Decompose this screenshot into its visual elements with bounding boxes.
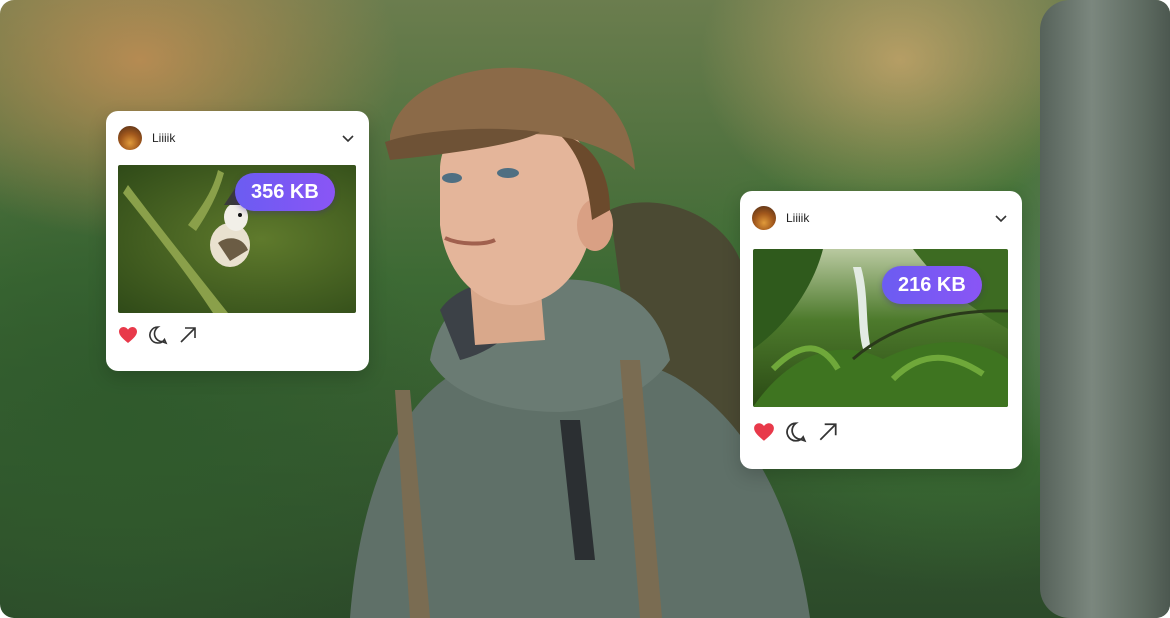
heart-icon[interactable] (753, 422, 775, 442)
file-size-badge: 216 KB (882, 266, 982, 304)
avatar[interactable] (752, 206, 776, 230)
post-header: Liiiik (752, 205, 1008, 231)
file-size-badge: 356 KB (235, 173, 335, 211)
post-actions (753, 421, 849, 443)
chevron-down-icon[interactable] (341, 131, 355, 145)
comment-icon[interactable] (148, 325, 168, 345)
social-post-card: Liiiik 216 KB (740, 191, 1022, 469)
heart-icon[interactable] (118, 326, 138, 344)
tree-trunk (1040, 0, 1170, 618)
post-header: Liiiik (118, 125, 355, 151)
background-scene: Liiiik 356 KB Liiiik 216 KB (0, 0, 1170, 618)
chevron-down-icon[interactable] (994, 211, 1008, 225)
comment-icon[interactable] (785, 421, 807, 443)
share-arrow-icon[interactable] (178, 325, 198, 345)
share-arrow-icon[interactable] (817, 421, 839, 443)
username-label[interactable]: Liiiik (152, 131, 341, 145)
social-post-card: Liiiik 356 KB (106, 111, 369, 371)
jungle-waterfall-photo[interactable]: 216 KB (753, 249, 1008, 407)
username-label[interactable]: Liiiik (786, 211, 994, 225)
avatar[interactable] (118, 126, 142, 150)
bird-on-branch-photo[interactable]: 356 KB (118, 165, 356, 313)
post-actions (118, 325, 208, 345)
